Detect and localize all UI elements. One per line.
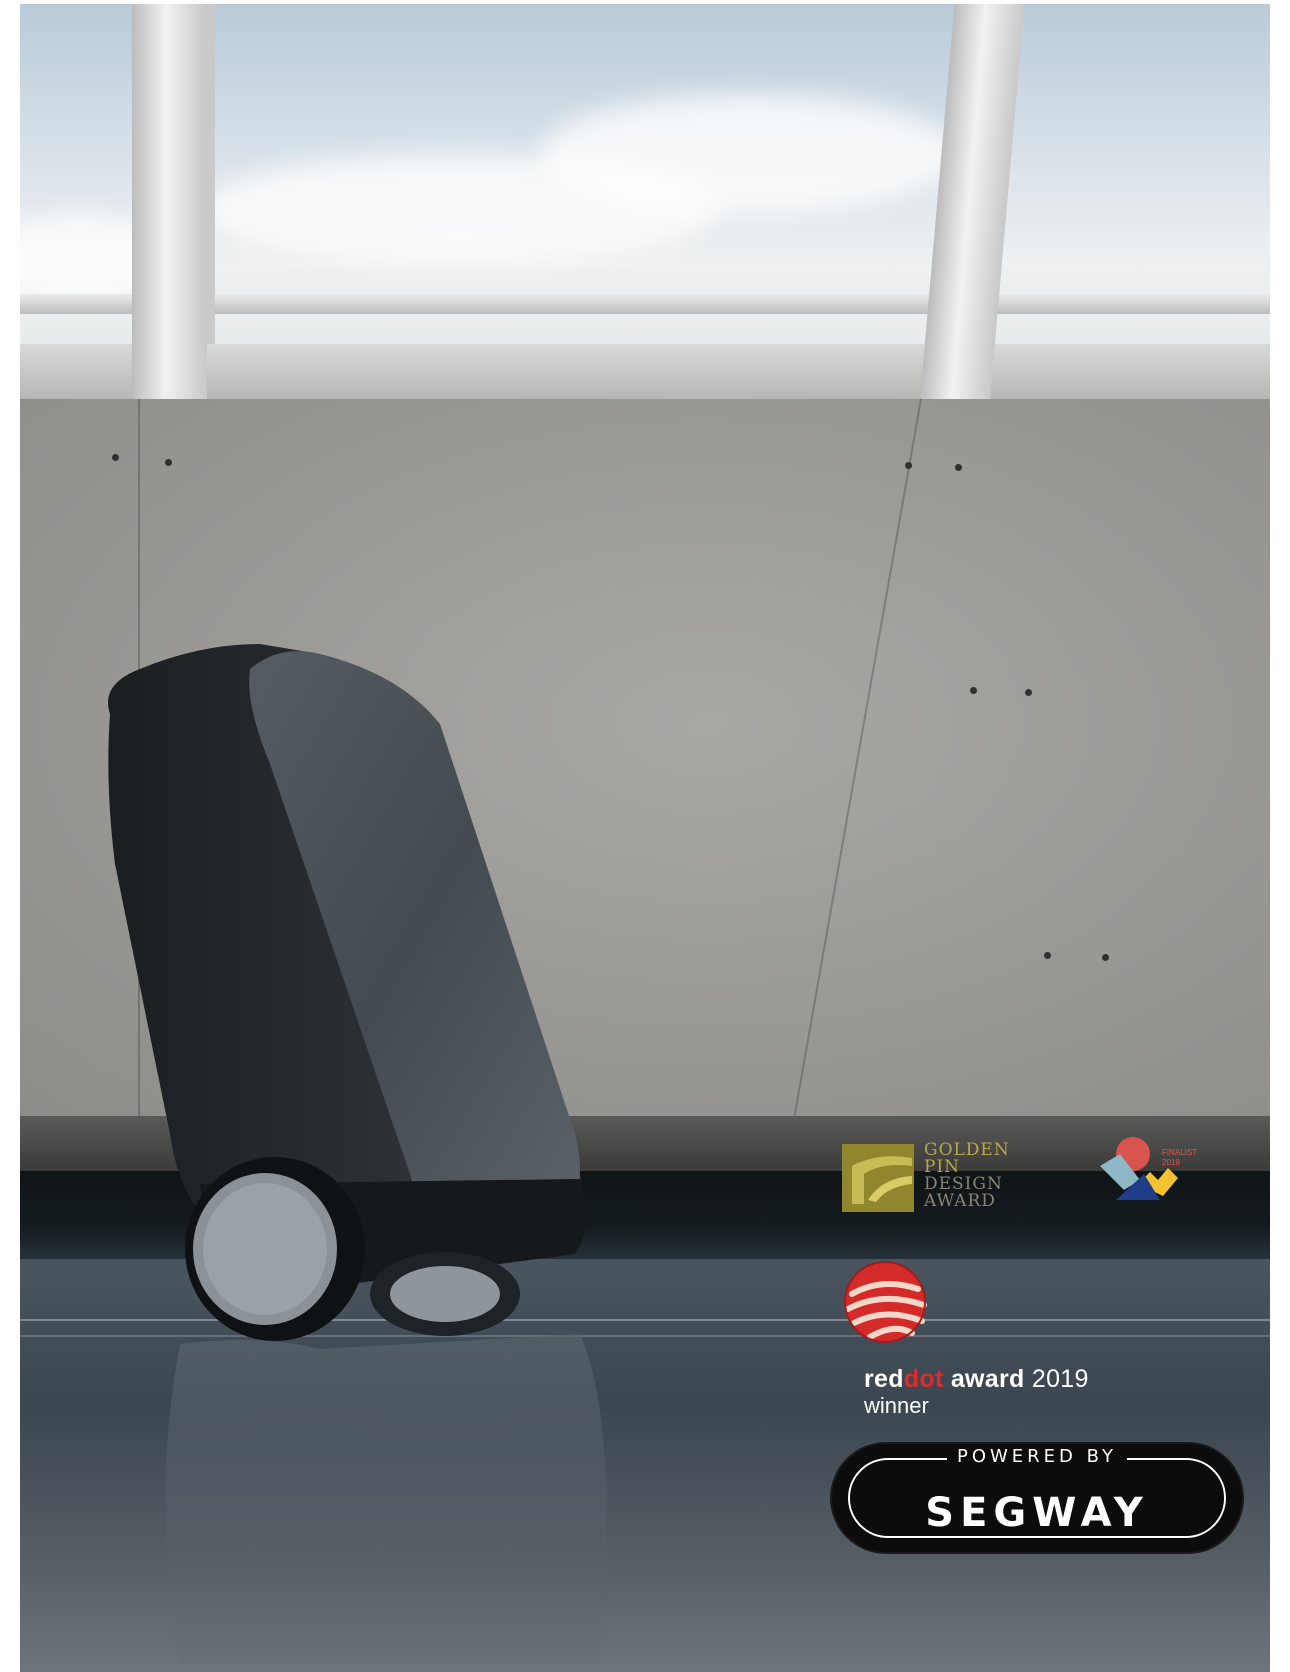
finalist-line2: 2019 xyxy=(1162,1158,1180,1167)
suitcase-reflection xyxy=(165,1334,607,1664)
golden-pin-logo-icon xyxy=(842,1144,914,1212)
reddot-year: 2019 xyxy=(1031,1365,1089,1393)
suitcase-robot xyxy=(108,644,607,1664)
powered-by-segway-badge: POWERED BY SEGWAY xyxy=(832,1444,1242,1552)
finalist-line1: FINALIST xyxy=(1162,1148,1198,1157)
golden-pin-line4: AWARD xyxy=(924,1191,996,1211)
reddot-winner: winner xyxy=(864,1393,929,1418)
segway-powered-by: POWERED BY xyxy=(946,1446,1127,1467)
segway-wordmark: SEGWAY xyxy=(925,1490,1149,1536)
reddot-word-dot: dot xyxy=(903,1365,944,1393)
golden-pin-award: GOLDEN PIN DESIGN AWARD xyxy=(842,1142,1012,1216)
poster-photo: GOLDEN PIN DESIGN AWARD FINALIST 2019 re… xyxy=(20,4,1270,1672)
finalist-award: FINALIST 2019 xyxy=(1096,1134,1206,1214)
reddot-award-text: reddot award 2019 winner xyxy=(864,1364,1089,1418)
finalist-award-logo-icon xyxy=(1100,1137,1178,1200)
reddot-word-award: award xyxy=(950,1365,1025,1393)
reddot-logo-icon xyxy=(844,1261,927,1343)
reddot-word-red: red xyxy=(864,1365,904,1393)
